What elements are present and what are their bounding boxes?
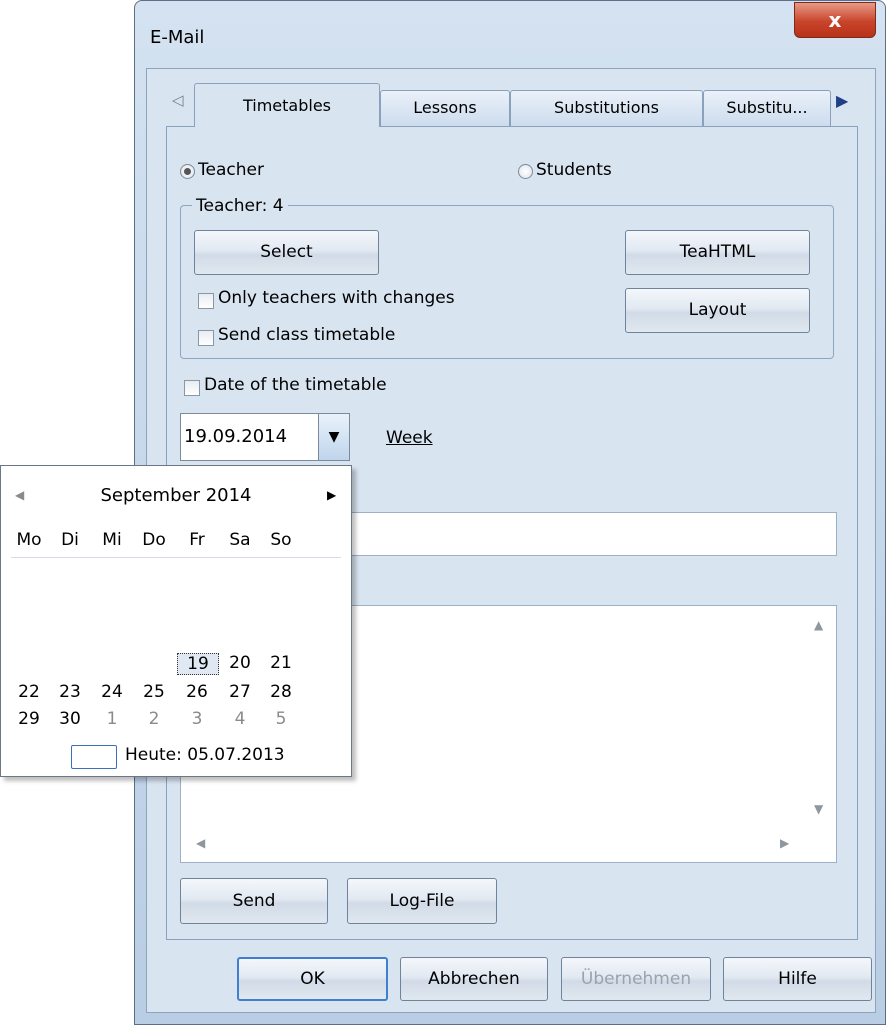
calendar-popup: ◀ September 2014 ▶ Mo Di Mi Do Fr Sa So 19 20 21… <box>0 465 352 777</box>
calendar-next-month-icon[interactable]: ▶ <box>327 488 336 502</box>
date-of-timetable-label: Date of the timetable <box>204 375 387 395</box>
calendar-day[interactable]: 27 <box>220 682 260 702</box>
teacher-radio[interactable] <box>180 164 195 179</box>
layout-button-label: Layout <box>688 300 747 320</box>
teacher-group-legend: Teacher: 4 <box>192 196 288 216</box>
scroll-right-icon[interactable]: ▶ <box>780 836 789 850</box>
window-title: E-Mail <box>150 27 205 48</box>
today-marker[interactable] <box>71 745 117 769</box>
calendar-divider <box>11 557 341 558</box>
calendar-day[interactable]: 4 <box>220 709 260 729</box>
calendar-day[interactable]: 5 <box>261 709 301 729</box>
calendar-day[interactable]: 30 <box>50 709 90 729</box>
week-link[interactable]: Week <box>386 428 433 448</box>
calendar-weekday: So <box>270 530 292 550</box>
calendar-day[interactable]: 2 <box>134 709 174 729</box>
tab-scroll-right-icon[interactable]: ▶ <box>836 91 848 110</box>
ok-button-label: OK <box>300 969 325 989</box>
chevron-down-icon: ▼ <box>328 429 340 445</box>
only-teachers-with-changes-checkbox[interactable] <box>198 293 214 309</box>
send-button[interactable]: Send <box>180 878 328 924</box>
calendar-day[interactable]: 22 <box>9 682 49 702</box>
calendar-day[interactable]: 1 <box>92 709 132 729</box>
send-class-timetable-label: Send class timetable <box>218 325 396 345</box>
apply-button[interactable]: Übernehmen <box>561 957 711 1001</box>
calendar-day[interactable]: 23 <box>50 682 90 702</box>
tab-substitu-truncated[interactable]: Substitu... <box>703 90 831 126</box>
log-file-button[interactable]: Log-File <box>347 878 497 924</box>
calendar-day[interactable]: 25 <box>134 682 174 702</box>
tab-scroll-left-icon[interactable]: ◁ <box>172 91 184 109</box>
apply-button-label: Übernehmen <box>580 969 692 989</box>
select-button-label: Select <box>260 242 313 262</box>
help-button[interactable]: Hilfe <box>723 957 872 1001</box>
calendar-day[interactable]: 29 <box>9 709 49 729</box>
calendar-month-title[interactable]: September 2014 <box>1 485 351 506</box>
teacher-radio-label: Teacher <box>198 160 264 180</box>
calendar-weekday: Fr <box>189 530 205 550</box>
calendar-today-label[interactable]: Heute: 05.07.2013 <box>125 745 285 765</box>
tab-substitutions[interactable]: Substitutions <box>510 90 703 126</box>
calendar-day[interactable]: 20 <box>220 653 260 673</box>
scroll-left-icon[interactable]: ◀ <box>196 836 205 850</box>
calendar-weekday: Do <box>142 530 166 550</box>
cancel-button[interactable]: Abbrechen <box>400 957 548 1001</box>
tab-timetables[interactable]: Timetables <box>194 83 380 127</box>
layout-button[interactable]: Layout <box>625 288 810 333</box>
date-picker-dropdown-button[interactable]: ▼ <box>318 414 349 460</box>
calendar-weekday: Mi <box>102 530 122 550</box>
send-class-timetable-checkbox[interactable] <box>198 330 214 346</box>
help-button-label: Hilfe <box>778 969 817 989</box>
scroll-down-icon[interactable]: ▼ <box>814 802 823 816</box>
date-of-timetable-checkbox[interactable] <box>184 380 200 396</box>
only-teachers-with-changes-label: Only teachers with changes <box>218 288 455 308</box>
log-file-button-label: Log-File <box>389 891 455 911</box>
teahtml-button-label: TeaHTML <box>679 242 756 262</box>
calendar-weekday: Mo <box>16 530 42 550</box>
scroll-up-icon[interactable]: ▲ <box>814 618 823 632</box>
calendar-day[interactable]: 26 <box>177 682 217 702</box>
cancel-button-label: Abbrechen <box>428 969 520 989</box>
subject-input[interactable] <box>340 512 837 556</box>
calendar-day[interactable]: 3 <box>177 709 217 729</box>
calendar-day[interactable]: 28 <box>261 682 301 702</box>
date-picker-value: 19.09.2014 <box>184 426 288 447</box>
calendar-weekday: Sa <box>229 530 251 550</box>
calendar-day[interactable]: 19 <box>177 653 219 675</box>
calendar-weekday: Di <box>61 530 79 550</box>
calendar-day[interactable]: 24 <box>92 682 132 702</box>
select-button[interactable]: Select <box>194 230 379 275</box>
students-radio[interactable] <box>518 164 533 179</box>
calendar-day[interactable]: 21 <box>261 653 301 673</box>
close-button[interactable]: x <box>794 2 876 38</box>
students-radio-label: Students <box>536 160 612 180</box>
ok-button[interactable]: OK <box>237 957 388 1001</box>
send-button-label: Send <box>232 891 276 911</box>
teahtml-button[interactable]: TeaHTML <box>625 230 810 275</box>
tab-lessons[interactable]: Lessons <box>380 90 510 126</box>
